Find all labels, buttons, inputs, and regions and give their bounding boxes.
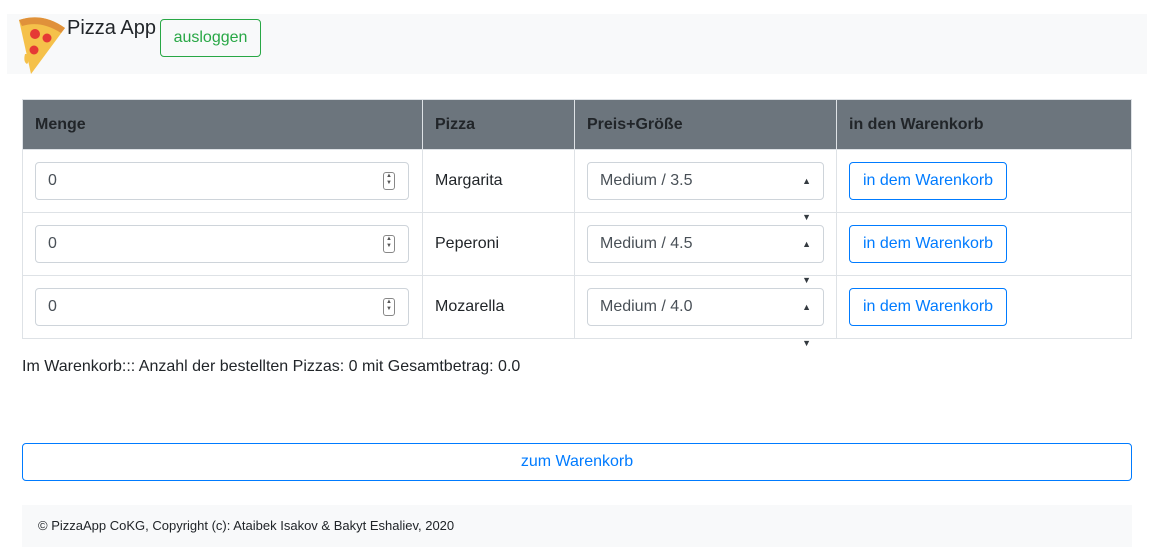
size-price-select[interactable]: Medium / 4.0 ▲ ▼ [587,288,824,348]
quantity-input[interactable] [36,226,366,262]
spinner-arrows-icon[interactable]: ▲ ▼ [383,235,395,253]
quantity-input[interactable] [36,163,366,199]
navbar: Pizza App ausloggen [7,14,1147,74]
size-price-value: Medium / 3.5 [600,172,693,189]
size-cell: Medium / 4.0 ▲ ▼ [574,275,837,348]
logout-button[interactable]: ausloggen [160,19,261,57]
quantity-cell: ▲▼ [22,149,423,213]
footer-copyright: © PizzaApp CoKG, Copyright (c): Ataibek … [22,505,1132,547]
cart-cell: in dem Warenkorb [836,149,1132,213]
caret-updown-icon: ▲ ▼ [802,302,811,348]
quantity-cell: ▲▼ [22,212,423,276]
quantity-cell: ▲▼ [22,275,423,339]
table-header-row: Menge Pizza Preis+Größe in den Warenkorb [22,99,1132,150]
quantity-input[interactable] [36,289,366,325]
size-price-select[interactable]: Medium / 3.5 ▲ ▼ [587,162,824,222]
pizza-name: Mozarella [422,275,575,339]
add-to-cart-button[interactable]: in dem Warenkorb [849,288,1007,326]
table-row: ▲▼ Peperoni Medium / 4.5 ▲▼ in dem Waren… [22,212,1132,285]
pizza-name: Peperoni [422,212,575,276]
size-price-value: Medium / 4.5 [600,235,693,252]
spinner-arrows-icon[interactable]: ▲ ▼ [383,172,395,190]
column-header-price-size: Preis+Größe [574,99,837,150]
add-to-cart-button[interactable]: in dem Warenkorb [849,225,1007,263]
quantity-stepper[interactable]: ▲▼ [35,225,409,263]
size-cell: Medium / 4.5 ▲ ▼ [574,212,837,285]
column-header-quantity: Menge [22,99,423,150]
go-to-cart-button[interactable]: zum Warenkorb [22,443,1132,481]
pizza-name: Margarita [422,149,575,213]
spinner-arrows-icon[interactable]: ▲ ▼ [383,298,395,316]
size-cell: Medium / 3.5 ▲ ▼ [574,149,837,222]
quantity-stepper[interactable]: ▲▼ [35,162,409,200]
cart-cell: in dem Warenkorb [836,212,1132,276]
app-brand[interactable]: Pizza App [67,17,156,40]
pizza-table: Menge Pizza Preis+Größe in den Warenkorb… [22,99,1132,348]
size-price-value: Medium / 4.0 [600,298,693,315]
size-price-select[interactable]: Medium / 4.5 ▲ ▼ [587,225,824,285]
table-row: ▲▼ Mozarella Medium / 4.0 ▲▼ in dem Ware… [22,275,1132,348]
cart-summary: Im Warenkorb::: Anzahl der bestellten Pi… [22,358,521,375]
table-row: ▲▼ Margarita Medium / 3.5 ▲▼ in dem Ware… [22,149,1132,222]
quantity-stepper[interactable]: ▲▼ [35,288,409,326]
add-to-cart-button[interactable]: in dem Warenkorb [849,162,1007,200]
column-header-pizza: Pizza [422,99,575,150]
cart-cell: in dem Warenkorb [836,275,1132,339]
pizza-slice-icon [13,14,65,74]
column-header-add-to-cart: in den Warenkorb [836,99,1132,150]
